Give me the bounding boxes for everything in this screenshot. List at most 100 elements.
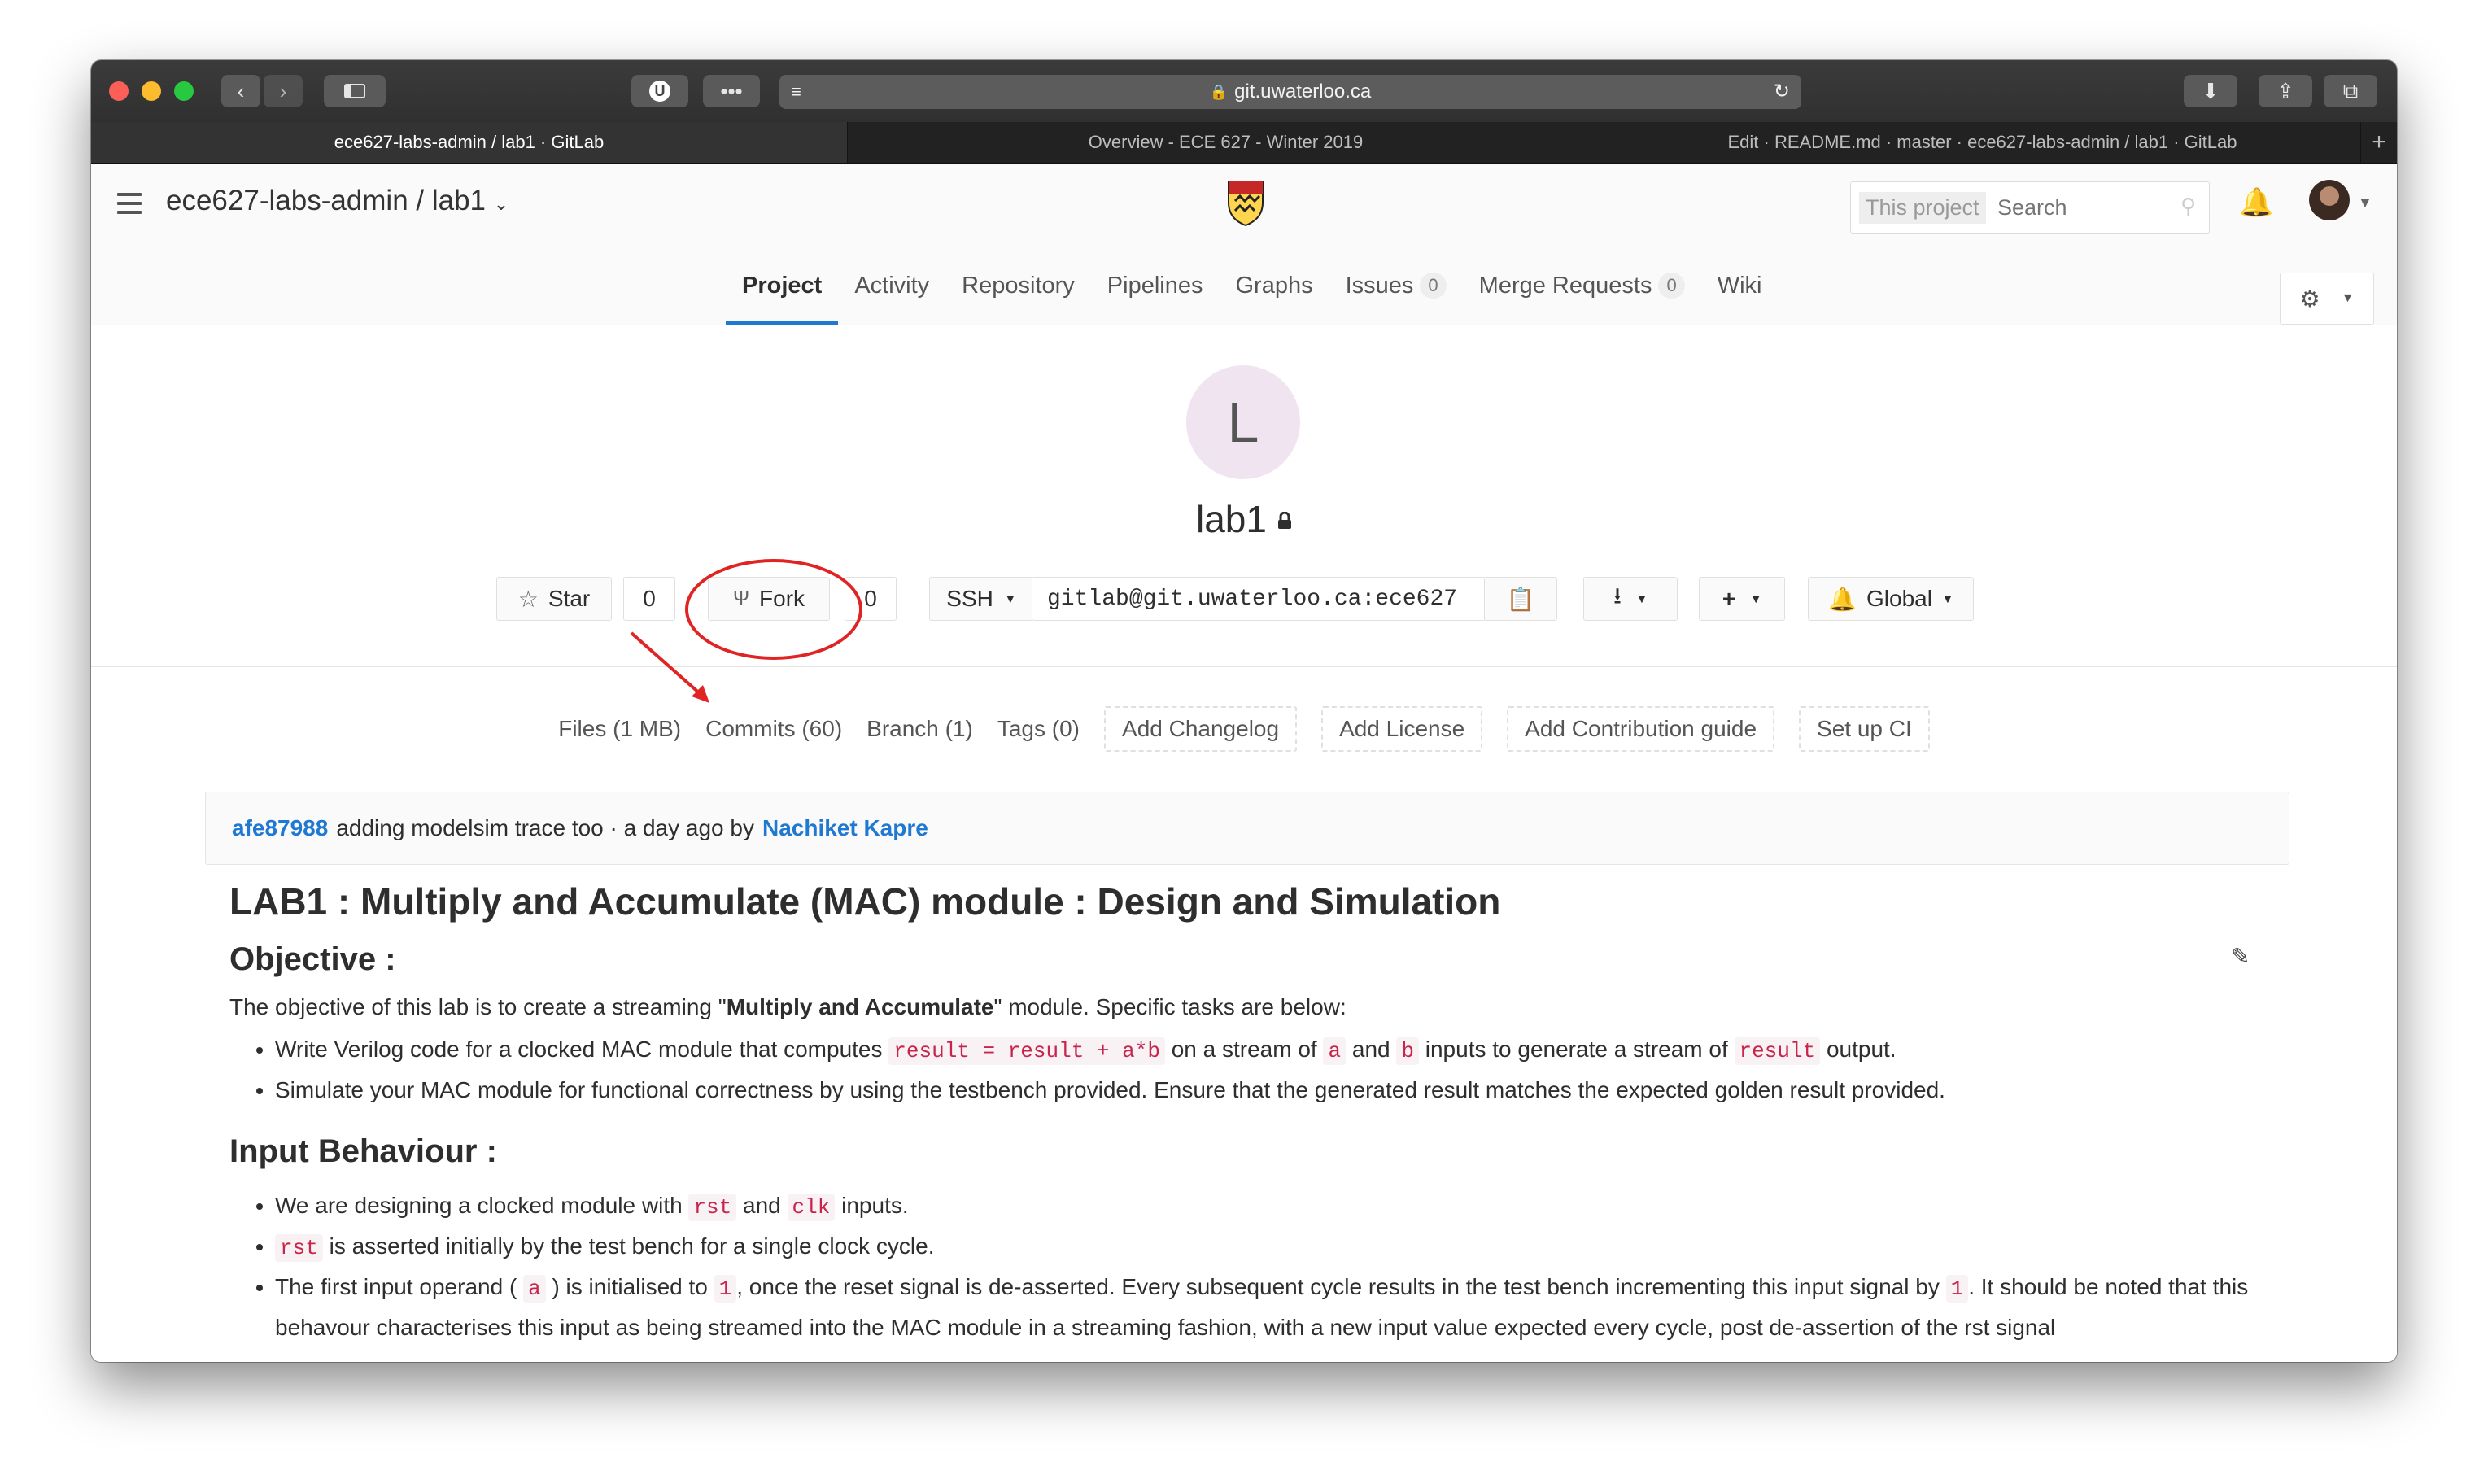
more-extensions-button[interactable]: ••• <box>703 75 760 107</box>
tab-merge-requests[interactable]: Merge Requests 0 <box>1463 245 1701 325</box>
clone-url-field[interactable]: gitlab@git.uwaterloo.ca:ece627 <box>1032 577 1486 621</box>
search-scope-label: This project <box>1859 192 1986 224</box>
branch-link[interactable]: Branch (1) <box>866 716 973 742</box>
caret-down-icon: ▼ <box>1750 592 1762 605</box>
objective-heading: Objective : <box>229 941 396 977</box>
tab-label: Repository <box>962 273 1075 299</box>
star-icon: ☆ <box>517 586 539 612</box>
copy-url-button[interactable]: 📋 <box>1484 577 1557 621</box>
setup-ci-button[interactable]: Set up CI <box>1799 706 1930 752</box>
chevron-down-icon: ⌄ <box>493 194 509 214</box>
minimize-window-button[interactable] <box>142 81 161 101</box>
download-icon: ⬇ <box>2202 78 2220 103</box>
ellipsis-icon: ••• <box>720 78 743 103</box>
add-license-button[interactable]: Add License <box>1321 706 1483 752</box>
forward-button[interactable]: › <box>264 75 303 107</box>
browser-tab-overview[interactable]: Overview - ECE 627 - Winter 2019 <box>848 122 1604 163</box>
notification-level-dropdown[interactable]: 🔔 Global ▼ <box>1808 577 1974 621</box>
bell-icon: 🔔 <box>1828 586 1857 612</box>
tab-issues[interactable]: Issues 0 <box>1329 245 1463 325</box>
tab-label: ece627-labs-admin / lab1 · GitLab <box>334 132 605 152</box>
list-item: Simulate your MAC module for functional … <box>275 1071 2304 1109</box>
list-item: Write Verilog code for a clocked MAC mod… <box>275 1030 2304 1071</box>
tab-label: Project <box>742 273 823 299</box>
share-icon: ⇪ <box>2276 78 2294 103</box>
browser-toolbar: ‹ › U ••• 🔒 git.uwaterloo.ca ≡ ↻ ⬇ ⇪ ⧉ <box>91 60 2397 123</box>
page-content: ece627-labs-admin / lab1 ⌄ This project … <box>91 164 2397 1362</box>
chevron-left-icon: ‹ <box>237 78 245 103</box>
tab-activity[interactable]: Activity <box>838 245 945 325</box>
bell-icon[interactable]: 🔔 <box>2239 186 2273 219</box>
close-window-button[interactable] <box>109 81 129 101</box>
plus-icon: + <box>1722 586 1736 611</box>
search-icon: ⚲ <box>2180 194 2196 218</box>
star-button[interactable]: ☆ Star <box>496 577 612 621</box>
hamburger-menu-icon[interactable] <box>117 193 142 214</box>
show-tabs-button[interactable]: ⧉ <box>2324 75 2377 107</box>
sidebar-toggle-button[interactable] <box>324 75 386 107</box>
tab-wiki[interactable]: Wiki <box>1701 245 1779 325</box>
clipboard-icon: 📋 <box>1506 586 1535 612</box>
zoom-window-button[interactable] <box>174 81 194 101</box>
tab-label: Overview - ECE 627 - Winter 2019 <box>1088 132 1364 152</box>
download-dropdown-button[interactable]: ⭳ ▼ <box>1583 577 1678 621</box>
project-nav: Project Activity Repository Pipelines Gr… <box>91 245 2397 325</box>
star-label: Star <box>548 586 591 611</box>
tab-label: Edit · README.md · master · ece627-labs-… <box>1727 132 2237 152</box>
add-dropdown-button[interactable]: + ▼ <box>1699 577 1785 621</box>
tab-project[interactable]: Project <box>726 245 839 325</box>
tags-link[interactable]: Tags (0) <box>997 716 1080 742</box>
commit-sha-link[interactable]: afe87988 <box>232 815 328 841</box>
browser-tab-gitlab-lab1[interactable]: ece627-labs-admin / lab1 · GitLab <box>91 122 848 163</box>
list-item: rst is asserted initially by the test be… <box>275 1227 2304 1268</box>
tab-graphs[interactable]: Graphs <box>1219 245 1329 325</box>
add-changelog-button[interactable]: Add Changelog <box>1104 706 1298 752</box>
reader-icon[interactable]: ≡ <box>791 81 801 103</box>
share-button[interactable]: ⇪ <box>2259 75 2312 107</box>
downloads-button[interactable]: ⬇ <box>2184 75 2237 107</box>
project-settings-button[interactable]: ⚙ ▼ <box>2280 273 2374 325</box>
project-breadcrumb[interactable]: ece627-labs-admin / lab1 ⌄ <box>166 185 509 217</box>
protocol-label: SSH <box>946 586 993 611</box>
star-count[interactable]: 0 <box>623 577 675 621</box>
add-contribution-guide-button[interactable]: Add Contribution guide <box>1507 706 1775 752</box>
reload-icon[interactable]: ↻ <box>1774 80 1790 103</box>
project-avatar: L <box>1186 365 1300 479</box>
user-avatar[interactable] <box>2309 180 2350 220</box>
last-commit-bar: afe87988 adding modelsim trace too · a d… <box>205 792 2289 865</box>
input-behaviour-list: We are designing a clocked module with r… <box>229 1186 2304 1347</box>
caret-down-icon: ▼ <box>2341 291 2355 305</box>
search-input[interactable] <box>1996 190 2170 225</box>
uwaterloo-crest-logo[interactable] <box>1225 178 1266 227</box>
tab-label: Pipelines <box>1107 273 1203 299</box>
commit-author-link[interactable]: Nachiket Kapre <box>762 815 928 841</box>
tab-repository[interactable]: Repository <box>945 245 1091 325</box>
project-path: ece627-labs-admin / lab1 <box>166 185 487 216</box>
private-lock-icon <box>1278 512 1291 529</box>
address-bar[interactable]: 🔒 git.uwaterloo.ca ≡ ↻ <box>779 75 1801 109</box>
download-icon: ⭳ <box>1613 583 1622 609</box>
browser-tab-edit-readme[interactable]: Edit · README.md · master · ece627-labs-… <box>1604 122 2361 163</box>
extension-u-icon: U <box>649 81 670 102</box>
chevron-right-icon: › <box>279 78 287 103</box>
commit-message: adding modelsim trace too · a day ago by <box>336 815 754 840</box>
back-button[interactable]: ‹ <box>221 75 260 107</box>
sidebar-icon <box>344 84 365 98</box>
tab-label: Merge Requests <box>1478 273 1652 299</box>
lock-icon: 🔒 <box>1209 83 1229 100</box>
new-tab-button[interactable]: + <box>2361 122 2397 163</box>
files-link[interactable]: Files (1 MB) <box>558 716 681 742</box>
caret-down-icon: ▼ <box>1941 592 1953 605</box>
readme-content: LAB1 : Multiply and Accumulate (MAC) mod… <box>229 879 2304 1362</box>
tab-pipelines[interactable]: Pipelines <box>1091 245 1220 325</box>
clone-protocol-dropdown[interactable]: SSH ▼ <box>929 577 1033 621</box>
issues-count-badge: 0 <box>1420 273 1447 299</box>
input-behaviour-heading: Input Behaviour : <box>229 1133 497 1169</box>
commits-link[interactable]: Commits (60) <box>705 716 842 742</box>
tab-label: Wiki <box>1717 273 1762 299</box>
search-box[interactable]: This project ⚲ <box>1850 181 2210 234</box>
tab-label: Issues <box>1345 273 1414 299</box>
extension-button[interactable]: U <box>631 75 688 107</box>
list-item: We are designing a clocked module with r… <box>275 1186 2304 1227</box>
caret-down-icon[interactable]: ▼ <box>2358 194 2372 212</box>
